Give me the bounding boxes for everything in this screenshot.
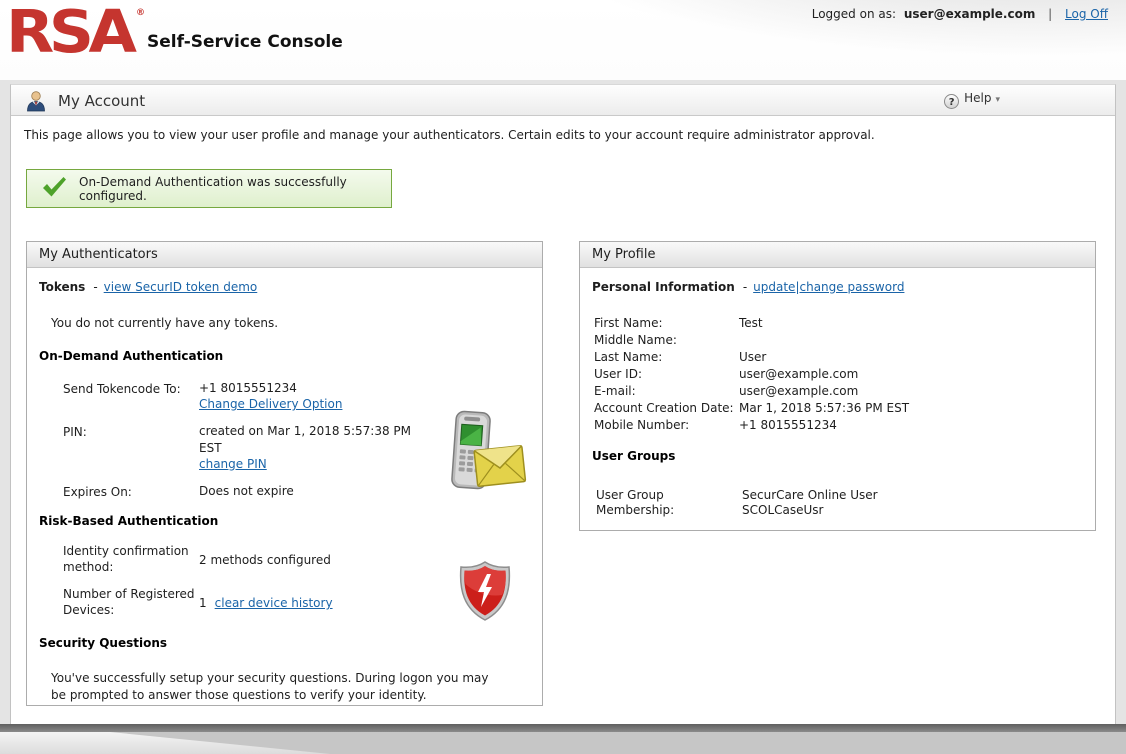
change-pin-link[interactable]: change PIN xyxy=(199,457,267,471)
field-value: Mar 1, 2018 5:57:36 PM EST xyxy=(739,400,1095,417)
content-area: My Account ? Help ▾ This page allows you t… xyxy=(10,84,1116,732)
logged-on-user: user@example.com xyxy=(904,7,1035,21)
logged-on-label: Logged on as: xyxy=(812,7,896,21)
no-tokens-text: You do not currently have any tokens. xyxy=(51,316,530,330)
user-group-item: SCOLCaseUsr xyxy=(742,503,1095,518)
success-message: On-Demand Authentication was successfull… xyxy=(79,175,391,203)
field-label: First Name: xyxy=(594,315,739,332)
user-groups-heading: User Groups xyxy=(592,449,1083,463)
rsa-logo: RSA xyxy=(6,2,132,61)
personal-info-heading: Personal Information xyxy=(592,280,735,294)
field-value: user@example.com xyxy=(739,366,1095,383)
dash: - xyxy=(743,280,747,294)
help-icon: ? xyxy=(944,94,959,109)
panel-title: My Authenticators xyxy=(27,242,542,268)
change-password-link[interactable]: change password xyxy=(799,280,904,294)
profile-fields: First Name: Test Middle Name: Last Name:… xyxy=(594,315,1095,434)
dash: - xyxy=(93,280,97,294)
log-off-link[interactable]: Log Off xyxy=(1065,7,1108,21)
field-value: created on Mar 1, 2018 5:57:38 PM EST xyxy=(199,423,414,455)
field-label: Number of Registered Devices: xyxy=(63,587,199,618)
page-bar: My Account ? Help ▾ xyxy=(11,85,1115,116)
field-label: Expires On: xyxy=(63,483,199,499)
footer-bar xyxy=(0,724,1126,732)
registered-mark-icon: ® xyxy=(136,8,145,18)
security-questions-heading: Security Questions xyxy=(39,636,530,650)
personal-info-row: Personal Information-update|change passw… xyxy=(592,280,1083,294)
help-label: Help xyxy=(964,91,991,105)
oda-heading: On-Demand Authentication xyxy=(39,349,530,363)
risk-shield-icon xyxy=(458,560,512,625)
field-label: Send Tokencode To: xyxy=(63,380,199,396)
panel-title: My Profile xyxy=(580,242,1095,268)
registered-devices-count: 1 xyxy=(199,596,207,610)
success-alert: On-Demand Authentication was successfull… xyxy=(26,169,392,208)
tokens-heading: Tokens xyxy=(39,280,85,294)
app-title: Self-Service Console xyxy=(147,32,343,52)
my-profile-panel: My Profile Personal Information-update|c… xyxy=(579,241,1096,531)
user-group-membership: User Group Membership: SecurCare Online … xyxy=(596,488,1095,518)
logged-on-bar: Logged on as: user@example.com | Log Off xyxy=(812,7,1108,21)
tokens-row: Tokens-view SecurID token demo xyxy=(39,280,530,294)
app-header: RSA ® Self-Service Console Logged on as:… xyxy=(0,0,1126,80)
field-value: User xyxy=(739,349,1095,366)
user-group-item: SecurCare Online User xyxy=(742,488,1095,503)
field-label: User Group Membership: xyxy=(596,488,742,518)
field-value: Does not expire xyxy=(199,483,414,499)
page-description: This page allows you to view your user p… xyxy=(24,128,875,142)
separator: | xyxy=(1048,7,1052,21)
field-label: Account Creation Date: xyxy=(594,400,739,417)
help-menu[interactable]: ? Help ▾ xyxy=(944,91,1000,109)
chevron-down-icon: ▾ xyxy=(995,95,1000,105)
change-delivery-option-link[interactable]: Change Delivery Option xyxy=(199,397,342,411)
field-value: +1 8015551234 xyxy=(199,380,414,396)
view-token-demo-link[interactable]: view SecurID token demo xyxy=(104,280,258,294)
rba-heading: Risk-Based Authentication xyxy=(39,514,530,528)
field-value: Test xyxy=(739,315,1095,332)
field-value: +1 8015551234 xyxy=(739,417,1095,434)
field-value: user@example.com xyxy=(739,383,1095,400)
field-label: Middle Name: xyxy=(594,332,739,349)
field-value: 2 methods configured xyxy=(199,553,331,567)
check-icon xyxy=(41,176,67,201)
update-link[interactable]: update xyxy=(753,280,795,294)
footer-swoosh xyxy=(0,732,360,754)
phone-sms-icon xyxy=(436,406,528,501)
user-bust-icon xyxy=(24,89,48,116)
page-footer xyxy=(0,732,1126,754)
security-questions-text: You've successfully setup your security … xyxy=(51,670,501,705)
field-label: Mobile Number: xyxy=(594,417,739,434)
field-label: E-mail: xyxy=(594,383,739,400)
field-label: Last Name: xyxy=(594,349,739,366)
my-authenticators-panel: My Authenticators Tokens-view SecurID to… xyxy=(26,241,543,706)
field-label: Identity confirmation method: xyxy=(63,544,199,575)
field-label: User ID: xyxy=(594,366,739,383)
page-title: My Account xyxy=(58,92,145,110)
field-value xyxy=(739,332,1095,349)
field-label: PIN: xyxy=(63,423,199,439)
clear-device-history-link[interactable]: clear device history xyxy=(215,596,333,610)
